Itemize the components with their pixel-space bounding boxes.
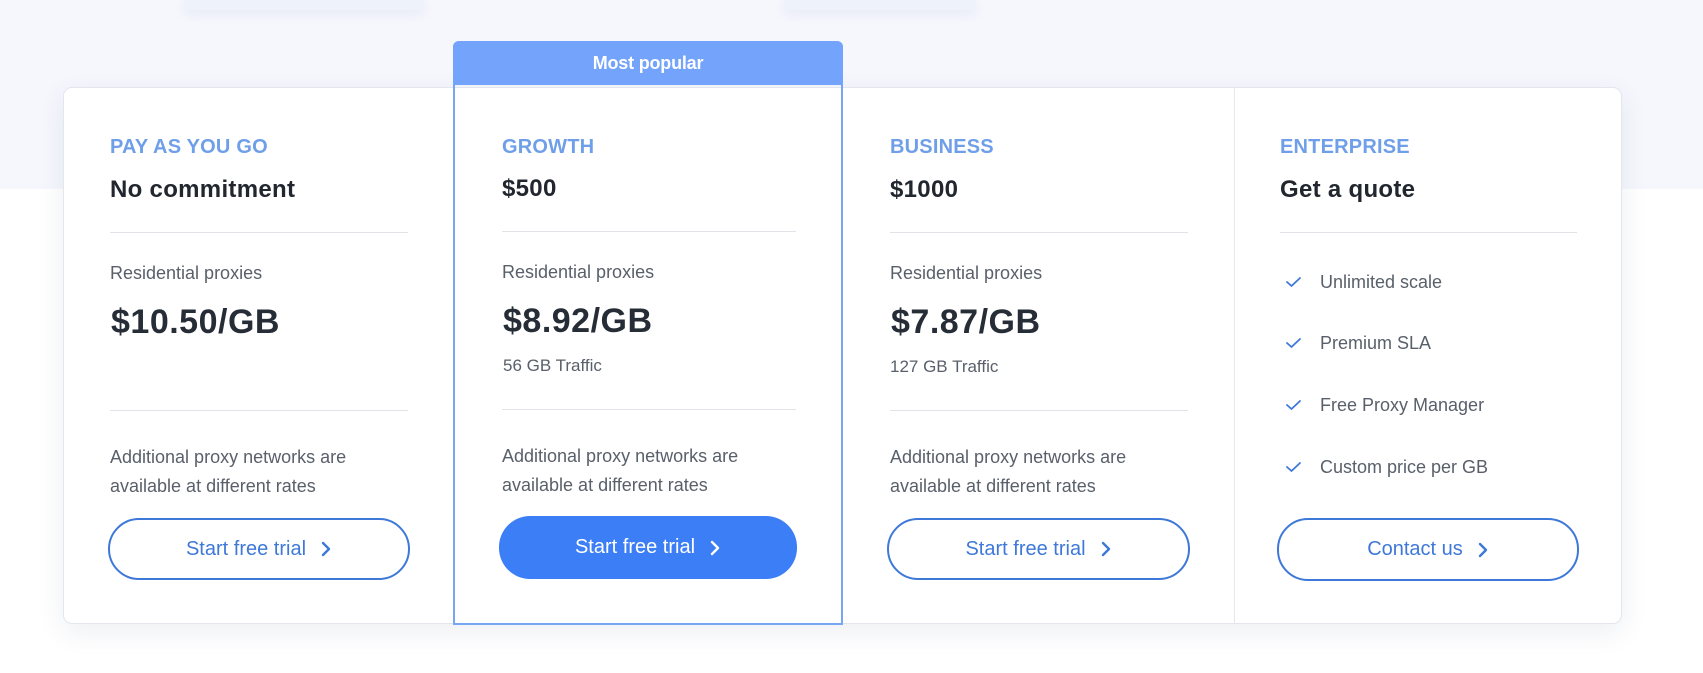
price-per-gb: $8.92/GB (503, 302, 653, 340)
check-icon (1286, 338, 1301, 348)
most-popular-badge: Most popular (453, 41, 843, 85)
plan-note: Additional proxy networks are available … (890, 447, 1127, 496)
plan-name: ENTERPRISE (1280, 136, 1410, 158)
feature-label: Free Proxy Manager (1320, 394, 1485, 415)
header-tab-shadow (784, 0, 976, 10)
plan-subtitle: No commitment (110, 176, 296, 203)
start-free-trial-button[interactable]: Start free trial (499, 516, 797, 579)
divider (110, 410, 408, 411)
price-per-gb: $7.87/GB (891, 303, 1041, 341)
product-label: Residential proxies (110, 263, 263, 283)
button-label: Start free trial (185, 537, 307, 560)
plan-note: Additional proxy networks are available … (110, 447, 347, 496)
divider (1280, 232, 1577, 233)
plan-subtitle: $1000 (890, 176, 959, 203)
plan-name: PAY AS YOU GO (110, 136, 268, 158)
chevron-right-icon (710, 540, 720, 555)
plan-name: BUSINESS (890, 136, 994, 158)
product-label: Residential proxies (502, 262, 655, 282)
divider (502, 231, 796, 232)
button-label: Start free trial (965, 537, 1086, 560)
chevron-right-icon (1478, 542, 1487, 557)
check-icon (1286, 277, 1301, 287)
product-label: Residential proxies (890, 263, 1043, 283)
divider (110, 232, 408, 233)
divider (502, 409, 796, 410)
traffic-amount: 127 GB Traffic (890, 357, 999, 376)
feature-item: Premium SLA (1285, 331, 1431, 355)
plan-subtitle: Get a quote (1280, 176, 1416, 203)
button-label: Start free trial (574, 536, 696, 558)
start-free-trial-button[interactable]: Start free trial (887, 518, 1190, 580)
feature-label: Unlimited scale (1320, 271, 1443, 292)
check-icon (1286, 400, 1301, 410)
feature-item: Free Proxy Manager (1285, 393, 1484, 417)
feature-item: Unlimited scale (1285, 270, 1442, 294)
plan-note: Additional proxy networks are available … (502, 446, 739, 495)
plan-subtitle: $500 (502, 175, 557, 202)
check-icon (1286, 462, 1301, 472)
traffic-amount: 56 GB Traffic (503, 356, 602, 375)
feature-item: Custom price per GB (1285, 455, 1488, 479)
header-tab-shadow (184, 0, 424, 10)
plan-name: GROWTH (502, 136, 595, 158)
chevron-right-icon (321, 541, 331, 557)
price-per-gb: $10.50/GB (111, 303, 280, 341)
feature-label: Custom price per GB (1320, 456, 1489, 477)
divider (890, 232, 1188, 233)
chevron-right-icon (1101, 541, 1110, 557)
button-label: Contact us (1367, 538, 1463, 560)
feature-label: Premium SLA (1320, 332, 1432, 353)
start-free-trial-button[interactable]: Start free trial (108, 518, 410, 580)
divider (890, 410, 1188, 411)
contact-us-button[interactable]: Contact us (1277, 518, 1579, 581)
